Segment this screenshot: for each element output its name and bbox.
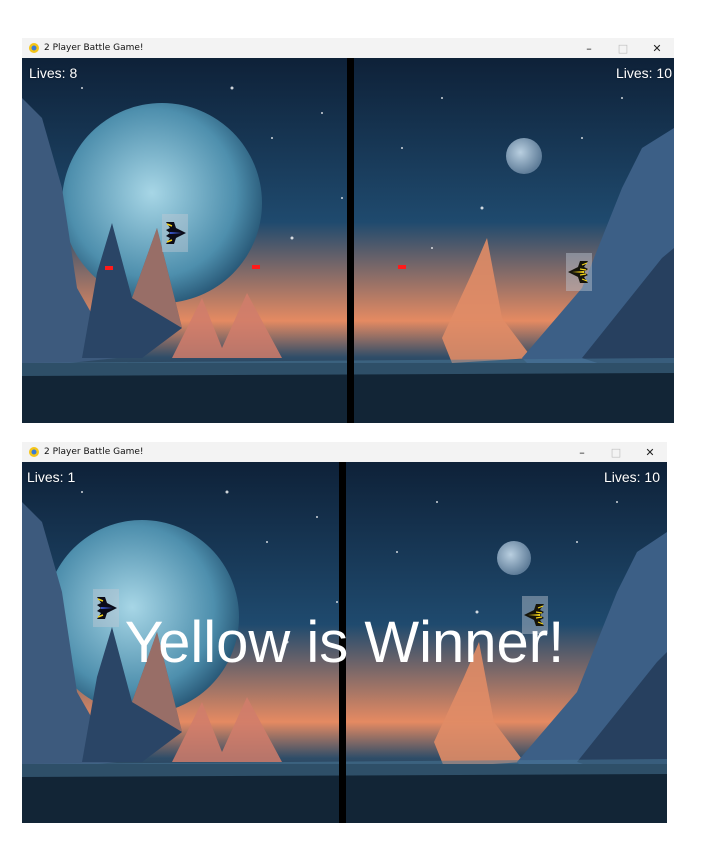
- winner-message: Yellow is Winner!: [124, 610, 565, 675]
- title-bar[interactable]: 2 Player Battle Game! – □ ✕: [22, 442, 667, 462]
- close-button[interactable]: ✕: [633, 442, 667, 462]
- game-canvas[interactable]: Lives: 1 Lives: 10 Yellow is Winner!: [22, 462, 667, 823]
- center-border: [347, 58, 354, 423]
- game-window-2: 2 Player Battle Game! – □ ✕ Lives: 1 Liv…: [22, 442, 667, 823]
- window-title: 2 Player Battle Game!: [44, 447, 144, 457]
- minimize-icon: –: [579, 445, 585, 459]
- yellow-spaceship[interactable]: [566, 253, 592, 291]
- maximize-button[interactable]: □: [606, 38, 640, 58]
- game-window-1: 2 Player Battle Game! – □ ✕ Lives: 8 Liv…: [22, 38, 674, 423]
- left-lives-counter: Lives: 8: [29, 65, 78, 81]
- title-bar[interactable]: 2 Player Battle Game! – □ ✕: [22, 38, 674, 58]
- bullet: [252, 265, 260, 269]
- window-title: 2 Player Battle Game!: [44, 43, 144, 53]
- minimize-button[interactable]: –: [565, 442, 599, 462]
- blue-spaceship-icon: [166, 222, 186, 244]
- maximize-icon: □: [610, 445, 622, 459]
- bullet: [105, 266, 113, 270]
- yellow-spaceship-icon: [568, 261, 588, 283]
- close-icon: ✕: [652, 41, 662, 55]
- pygame-app-icon: [29, 447, 39, 457]
- minimize-icon: –: [586, 41, 592, 55]
- bullet: [398, 265, 406, 269]
- right-lives-counter: Lives: 10: [603, 469, 660, 485]
- minimize-button[interactable]: –: [572, 38, 606, 58]
- close-button[interactable]: ✕: [640, 38, 674, 58]
- close-icon: ✕: [645, 445, 655, 459]
- right-lives-counter: Lives: 10: [615, 65, 672, 81]
- pygame-app-icon: [29, 43, 39, 53]
- maximize-button[interactable]: □: [599, 442, 633, 462]
- maximize-icon: □: [617, 41, 629, 55]
- left-lives-counter: Lives: 1: [27, 469, 76, 485]
- game-canvas[interactable]: Lives: 8 Lives: 10: [22, 58, 674, 423]
- blue-spaceship[interactable]: [162, 214, 188, 252]
